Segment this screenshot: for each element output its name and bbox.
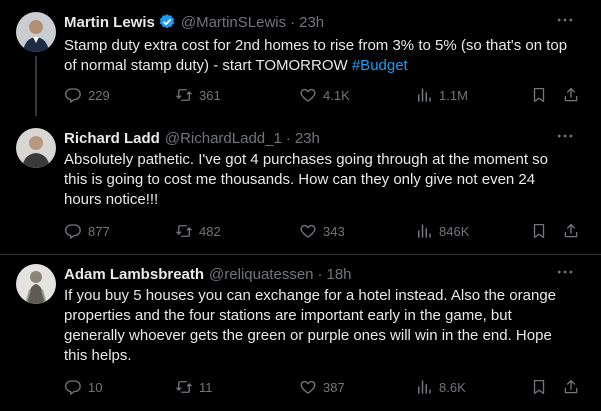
tweet-text-line: If you buy 5 houses you can exchange for… bbox=[64, 287, 557, 304]
views-icon bbox=[418, 224, 431, 238]
share-icon bbox=[564, 223, 578, 238]
thread-connector bbox=[35, 56, 37, 116]
retweet-count: 361 bbox=[199, 87, 221, 103]
reply-icon bbox=[65, 88, 81, 103]
reply-icon bbox=[65, 380, 81, 395]
share-button[interactable] bbox=[562, 377, 580, 397]
heart-icon bbox=[300, 380, 316, 394]
bookmark-icon bbox=[533, 87, 545, 103]
retweet-button[interactable]: 482 bbox=[175, 221, 221, 241]
share-icon bbox=[564, 379, 578, 394]
retweet-icon bbox=[176, 381, 192, 393]
retweet-button[interactable]: 11 bbox=[175, 377, 213, 397]
tweet-text-line: this helps. bbox=[64, 347, 132, 364]
views-count: 1.1M bbox=[439, 87, 468, 103]
bookmark-button[interactable] bbox=[530, 377, 548, 397]
tweet[interactable]: Richard Ladd @RichardLadd_1 · 23h Absolu… bbox=[0, 128, 601, 248]
heart-icon bbox=[300, 224, 316, 238]
tweet-header: Adam Lambsbreath @reliquatessen · 18h bbox=[64, 264, 352, 284]
views-button[interactable]: 846K bbox=[415, 221, 469, 241]
like-count: 343 bbox=[323, 223, 345, 239]
hashtag-link[interactable]: #Budget bbox=[352, 57, 408, 74]
bookmark-icon bbox=[533, 379, 545, 395]
separator-dot: · bbox=[317, 265, 323, 283]
tweet-text-line: this is going to cost me thousands. How … bbox=[64, 171, 536, 188]
reply-count: 877 bbox=[88, 223, 110, 239]
tweet-actions: 229 361 4.1K 1.1M bbox=[64, 85, 584, 105]
views-button[interactable]: 1.1M bbox=[415, 85, 468, 105]
bookmark-button[interactable] bbox=[530, 221, 548, 241]
reply-button[interactable]: 229 bbox=[64, 85, 110, 105]
tweet-actions: 10 11 387 8.6K bbox=[64, 377, 584, 397]
tweet-text: Absolutely pathetic. I've got 4 purchase… bbox=[64, 150, 584, 210]
views-icon bbox=[418, 380, 431, 394]
tweet-text: Stamp duty extra cost for 2nd homes to r… bbox=[64, 36, 584, 76]
like-button[interactable]: 4.1K bbox=[299, 85, 350, 105]
tweet-text-fragment: of normal stamp duty) - start TOMORROW bbox=[64, 57, 352, 74]
tweet-text-line: generally whoever gets the green or purp… bbox=[64, 327, 552, 344]
reply-button[interactable]: 10 bbox=[64, 377, 102, 397]
more-icon[interactable] bbox=[555, 126, 575, 146]
bookmark-icon bbox=[533, 223, 545, 239]
tweet-text-line: hours notice!!! bbox=[64, 191, 159, 208]
reply-count: 229 bbox=[88, 87, 110, 103]
timestamp[interactable]: 23h bbox=[295, 130, 320, 147]
verified-badge-icon bbox=[159, 14, 175, 29]
reply-count: 10 bbox=[88, 379, 103, 395]
avatar[interactable] bbox=[16, 128, 56, 168]
views-icon bbox=[418, 88, 431, 102]
share-button[interactable] bbox=[562, 85, 580, 105]
retweet-icon bbox=[176, 89, 192, 101]
author-handle[interactable]: @MartinSLewis bbox=[181, 14, 286, 31]
timestamp[interactable]: 23h bbox=[299, 14, 324, 31]
author-name[interactable]: Martin Lewis bbox=[64, 14, 155, 31]
like-button[interactable]: 387 bbox=[299, 377, 345, 397]
avatar[interactable] bbox=[16, 264, 56, 304]
share-icon bbox=[564, 87, 578, 102]
tweet-text-line: of normal stamp duty) - start TOMORROW #… bbox=[64, 56, 584, 76]
retweet-count: 482 bbox=[199, 223, 221, 239]
retweet-count: 11 bbox=[199, 379, 213, 395]
retweet-button[interactable]: 361 bbox=[175, 85, 221, 105]
retweet-icon bbox=[176, 225, 192, 237]
tweet-text: If you buy 5 houses you can exchange for… bbox=[64, 286, 584, 366]
views-button[interactable]: 8.6K bbox=[415, 377, 466, 397]
author-handle[interactable]: @RichardLadd_1 bbox=[165, 130, 282, 147]
tweet-text-line: properties and the four stations are imp… bbox=[64, 307, 512, 324]
views-count: 846K bbox=[439, 223, 470, 239]
separator-dot: · bbox=[290, 13, 296, 31]
reply-button[interactable]: 877 bbox=[64, 221, 110, 241]
tweet-header: Richard Ladd @RichardLadd_1 · 23h bbox=[64, 128, 320, 148]
bookmark-button[interactable] bbox=[530, 85, 548, 105]
tweet-text-line: Absolutely pathetic. I've got 4 purchase… bbox=[64, 151, 548, 168]
author-handle[interactable]: @reliquatessen bbox=[209, 266, 313, 283]
more-icon[interactable] bbox=[555, 10, 575, 30]
share-button[interactable] bbox=[562, 221, 580, 241]
like-count: 387 bbox=[323, 379, 345, 395]
author-name[interactable]: Adam Lambsbreath bbox=[64, 266, 204, 283]
heart-icon bbox=[300, 88, 316, 102]
more-icon[interactable] bbox=[555, 262, 575, 282]
tweet-actions: 877 482 343 846K bbox=[64, 221, 584, 241]
tweet-thread: Martin Lewis @MartinSLewis · 23h Stamp d… bbox=[0, 0, 601, 411]
tweet-header: Martin Lewis @MartinSLewis · 23h bbox=[64, 12, 324, 32]
avatar[interactable] bbox=[16, 12, 56, 52]
tweet[interactable]: Martin Lewis @MartinSLewis · 23h Stamp d… bbox=[0, 12, 601, 122]
separator-dot: · bbox=[285, 129, 291, 147]
tweet[interactable]: Adam Lambsbreath @reliquatessen · 18h If… bbox=[0, 264, 601, 404]
tweet-text-line: Stamp duty extra cost for 2nd homes to r… bbox=[64, 37, 568, 54]
views-count: 8.6K bbox=[439, 379, 466, 395]
like-button[interactable]: 343 bbox=[299, 221, 345, 241]
author-name[interactable]: Richard Ladd bbox=[64, 130, 160, 147]
tweet-divider bbox=[0, 254, 601, 255]
reply-icon bbox=[65, 224, 81, 239]
timestamp[interactable]: 18h bbox=[327, 266, 352, 283]
like-count: 4.1K bbox=[323, 87, 350, 103]
